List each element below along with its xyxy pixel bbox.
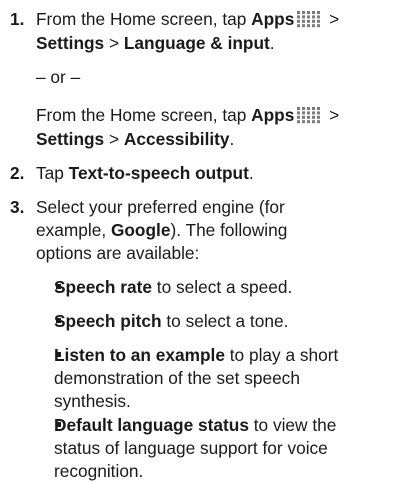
option-desc: to view the <box>248 415 337 435</box>
step-text: From the Home screen, tap <box>36 105 252 125</box>
apps-grid-dot <box>317 15 321 19</box>
step-3-line-2: example, Google). The following <box>36 219 287 242</box>
apps-label: Apps <box>251 9 295 29</box>
apps-label: Apps <box>251 105 295 125</box>
option-name: Speech pitch <box>54 311 162 331</box>
apps-grid-dot <box>302 107 306 110</box>
bullet-line: status of language support for voice <box>54 438 328 458</box>
period: . <box>229 129 235 149</box>
step-text: example, <box>36 220 111 240</box>
step-3-line-1: Select your preferred engine (for <box>36 197 285 217</box>
bullet-line: demonstration of the set speech <box>54 368 300 388</box>
apps-grid-dot <box>317 24 321 28</box>
apps-grid-dot <box>302 19 306 23</box>
apps-grid-dot <box>312 15 316 19</box>
apps-grid-dot <box>297 111 301 115</box>
step-3-line-3: options are available: <box>36 243 200 263</box>
apps-grid-dot <box>297 19 301 23</box>
step-text: Tap <box>36 163 69 183</box>
bullet-line: Default language status to view the <box>54 414 336 437</box>
option-desc: to play a short <box>224 345 339 365</box>
apps-grid-dot <box>317 115 321 119</box>
apps-grid-dot <box>312 24 316 28</box>
apps-grid-dot <box>302 15 306 19</box>
apps-grid-icon <box>296 106 322 124</box>
apps-grid-dot <box>307 19 311 23</box>
apps-grid-dot <box>302 24 306 28</box>
apps-grid-dot <box>297 11 301 14</box>
bullet-line: synthesis. <box>54 391 131 411</box>
or-divider: – or – <box>36 67 81 87</box>
bullet-line: recognition. <box>54 461 144 481</box>
step-number: 3. <box>10 197 25 217</box>
apps-grid-dot <box>312 11 316 14</box>
apps-grid-dot <box>307 120 311 124</box>
bullet-line: Speech pitch to select a tone. <box>54 310 288 333</box>
language-input-label: Language & input <box>123 33 270 53</box>
apps-grid-dot <box>307 15 311 19</box>
option-desc: to select a tone. <box>161 311 289 331</box>
apps-grid-dot <box>312 107 316 110</box>
step-number: 1. <box>10 9 25 29</box>
option-desc: to select a speed. <box>151 277 293 297</box>
settings-label: Settings <box>36 33 105 53</box>
apps-grid-dot <box>297 115 301 119</box>
step-2-line-1: Tap Text-to-speech output. <box>36 162 254 185</box>
apps-grid-dot <box>307 24 311 28</box>
apps-grid-dot <box>312 19 316 23</box>
settings-label: Settings <box>36 129 105 149</box>
apps-grid-dot <box>302 115 306 119</box>
separator: > <box>324 9 340 29</box>
apps-grid-dot <box>312 120 316 124</box>
step-1-line-2: Settings > Language & input. <box>36 32 275 55</box>
apps-grid-dot <box>297 107 301 110</box>
option-name: Listen to an example <box>54 345 225 365</box>
apps-grid-dot <box>317 120 321 124</box>
google-label: Google <box>110 220 171 240</box>
step-1-alt-line-1: From the Home screen, tap Apps > <box>36 104 339 127</box>
step-1-line-1: From the Home screen, tap Apps > <box>36 8 339 31</box>
bullet-line: Listen to an example to play a short <box>54 344 338 367</box>
apps-grid-dot <box>312 111 316 115</box>
apps-grid-icon <box>296 10 322 28</box>
separator: > <box>104 129 124 149</box>
apps-grid-dot <box>297 24 301 28</box>
tts-output-label: Text-to-speech output <box>68 163 249 183</box>
apps-grid-dot <box>317 19 321 23</box>
apps-grid-dot <box>302 11 306 14</box>
apps-grid-dot <box>307 115 311 119</box>
step-text: ). The following <box>170 220 288 240</box>
apps-grid-dot <box>317 107 321 110</box>
option-name: Speech rate <box>54 277 152 297</box>
separator: > <box>104 33 124 53</box>
step-number: 2. <box>10 163 25 183</box>
separator: > <box>324 105 340 125</box>
bullet-line: Speech rate to select a speed. <box>54 276 292 299</box>
apps-grid-dot <box>297 15 301 19</box>
apps-grid-dot <box>312 115 316 119</box>
accessibility-label: Accessibility <box>123 129 230 149</box>
period: . <box>269 33 275 53</box>
option-name: Default language status <box>54 415 249 435</box>
apps-grid-dot <box>307 11 311 14</box>
apps-grid-dot <box>317 11 321 14</box>
step-text: From the Home screen, tap <box>36 9 252 29</box>
apps-grid-dot <box>302 120 306 124</box>
apps-grid-dot <box>307 107 311 110</box>
step-1-alt-line-2: Settings > Accessibility. <box>36 128 234 151</box>
apps-grid-dot <box>302 111 306 115</box>
apps-grid-dot <box>317 111 321 115</box>
apps-grid-dot <box>307 111 311 115</box>
period: . <box>248 163 254 183</box>
apps-grid-dot <box>297 120 301 124</box>
